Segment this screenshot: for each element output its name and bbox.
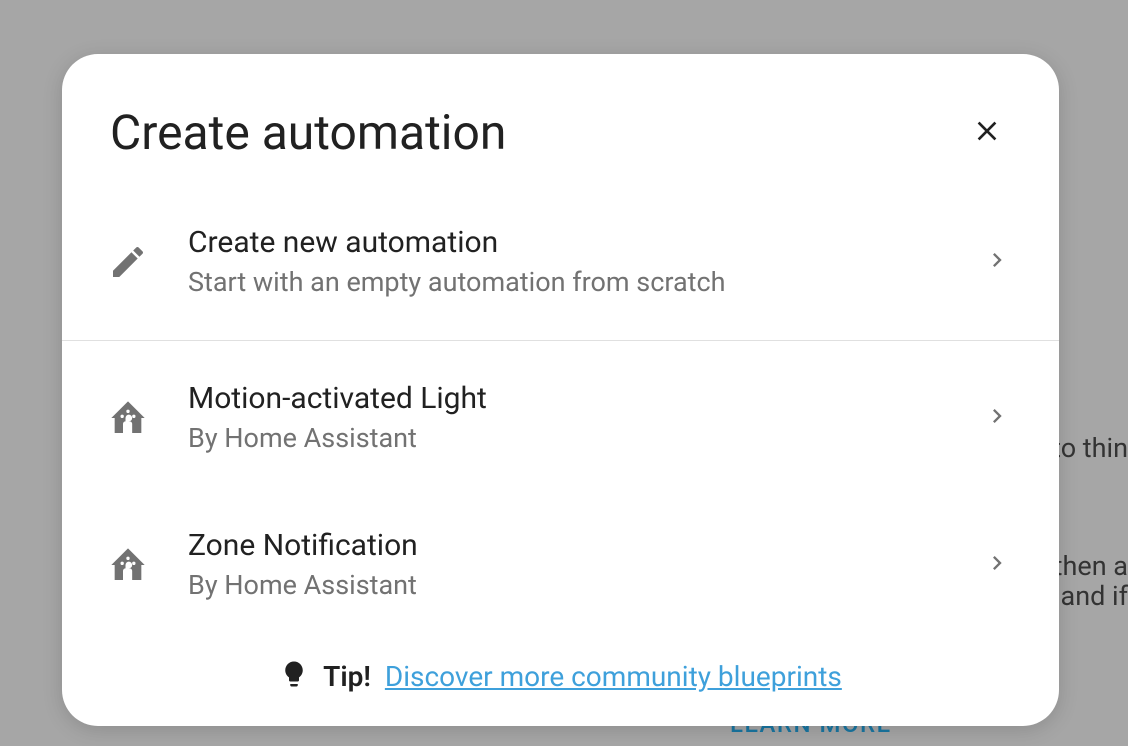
create-new-automation-item[interactable]: Create new automation Start with an empt… [62, 191, 1059, 341]
blueprint-zone-notification-item[interactable]: Zone Notification By Home Assistant [62, 488, 1059, 635]
item-subtitle: Start with an empty automation from scra… [188, 266, 983, 298]
item-title: Motion-activated Light [188, 381, 983, 416]
chevron-right-icon [983, 549, 1011, 581]
chevron-right-icon [983, 402, 1011, 434]
tip-row: Tip! Discover more community blueprints [62, 635, 1059, 723]
create-automation-dialog: Create automation Create new automation … [62, 54, 1059, 726]
item-text: Zone Notification By Home Assistant [188, 528, 983, 601]
dialog-title: Create automation [110, 104, 506, 161]
item-title: Zone Notification [188, 528, 983, 563]
item-subtitle: By Home Assistant [188, 422, 983, 454]
close-button[interactable] [971, 115, 1003, 150]
pencil-icon [106, 240, 150, 284]
item-title: Create new automation [188, 225, 983, 260]
chevron-right-icon [983, 246, 1011, 278]
item-text: Motion-activated Light By Home Assistant [188, 381, 983, 454]
background-text: then a [1054, 550, 1128, 582]
item-text: Create new automation Start with an empt… [188, 225, 983, 298]
tip-label: Tip! [323, 660, 371, 693]
close-icon [971, 115, 1003, 150]
background-text: and if [1061, 580, 1128, 612]
home-assistant-icon [106, 396, 150, 440]
lightbulb-icon [279, 659, 309, 693]
dialog-header: Create automation [62, 54, 1059, 191]
discover-blueprints-link[interactable]: Discover more community blueprints [385, 660, 842, 693]
blueprint-motion-light-item[interactable]: Motion-activated Light By Home Assistant [62, 341, 1059, 488]
background-text: to thin [1052, 432, 1128, 464]
home-assistant-icon [106, 543, 150, 587]
item-subtitle: By Home Assistant [188, 569, 983, 601]
